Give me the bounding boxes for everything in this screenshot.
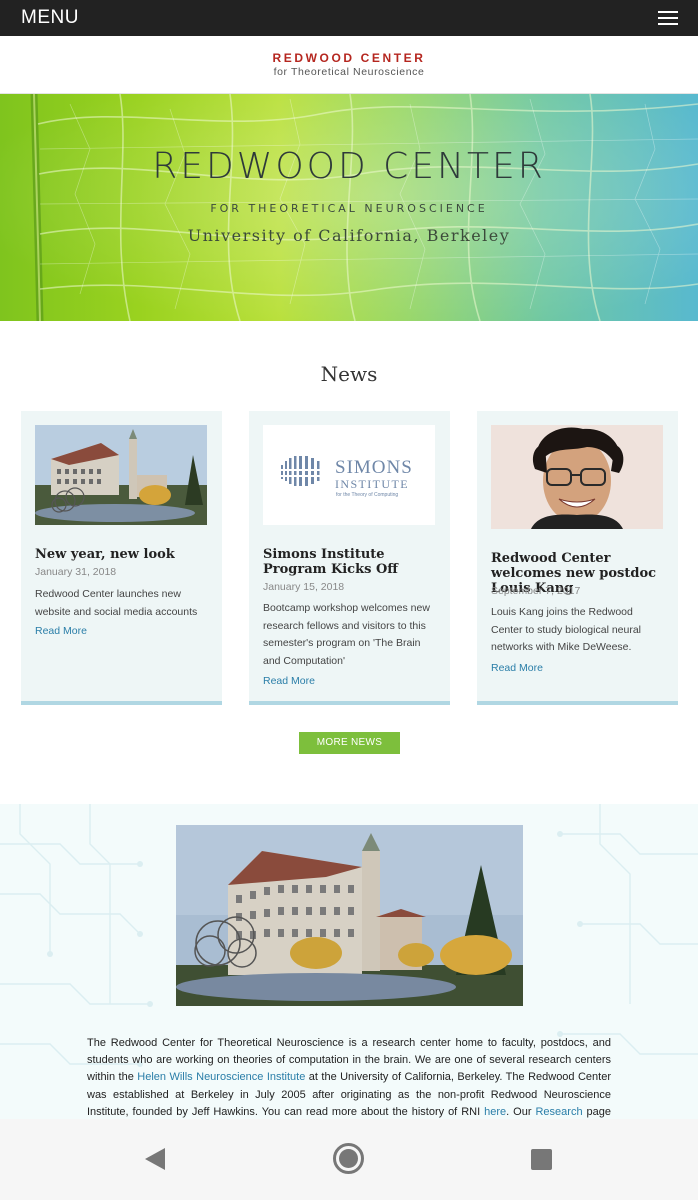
- campus-photo: [176, 825, 523, 1006]
- hero-title: REDWOOD CENTER: [152, 146, 546, 187]
- android-nav-bar: [0, 1119, 698, 1200]
- home-circle-icon[interactable]: [333, 1143, 364, 1174]
- logo-title: REDWOOD CENTER: [272, 51, 426, 65]
- rni-history-link[interactable]: here: [484, 1106, 506, 1118]
- back-triangle-icon[interactable]: [145, 1148, 165, 1170]
- recent-square-icon[interactable]: [531, 1149, 552, 1170]
- read-more-link[interactable]: Read More: [263, 675, 315, 687]
- about-section: The Redwood Center for Theoretical Neuro…: [0, 804, 698, 1120]
- news-card-image-campus[interactable]: [35, 425, 207, 525]
- news-heading: News: [320, 362, 378, 386]
- news-card-date: September 7, 2017: [491, 585, 581, 597]
- research-link[interactable]: Research: [535, 1106, 582, 1118]
- hero-banner: REDWOOD CENTER FOR THEORETICAL NEUROSCIE…: [0, 94, 698, 321]
- simons-logo-line1: SIMONS: [335, 457, 413, 478]
- news-card-body: Redwood Center launches new website and …: [35, 588, 198, 618]
- news-card-body: Louis Kang joins the Redwood Center to s…: [491, 606, 642, 653]
- simons-logo-line2: INSTITUTE: [335, 477, 409, 491]
- hamburger-icon[interactable]: [658, 11, 678, 25]
- more-news-button[interactable]: MORE NEWS: [299, 732, 400, 754]
- hero-subtitle: FOR THEORETICAL NEUROSCIENCE: [210, 202, 488, 215]
- news-card-body: Bootcamp workshop welcomes new research …: [263, 602, 430, 667]
- about-paragraph: The Redwood Center for Theoretical Neuro…: [87, 1035, 611, 1120]
- read-more-link[interactable]: Read More: [35, 625, 87, 637]
- top-nav-bar: MENU: [0, 0, 698, 36]
- simons-logo-line3: for the Theory of Computing: [336, 492, 398, 498]
- news-card: New year, new look January 31, 2018 Redw…: [21, 411, 222, 705]
- about-text-part: . Our: [506, 1105, 536, 1118]
- read-more-link[interactable]: Read More: [491, 662, 543, 674]
- menu-label[interactable]: MENU: [21, 7, 79, 29]
- logo-subtitle: for Theoretical Neuroscience: [273, 66, 425, 78]
- news-card: Redwood Center welcomes new postdoc Loui…: [477, 411, 678, 705]
- news-card-date: January 31, 2018: [35, 566, 117, 578]
- hero-university: University of California, Berkeley: [187, 226, 511, 245]
- news-card-title[interactable]: New year, new look: [35, 547, 212, 562]
- news-card-image-louis-kang[interactable]: [491, 425, 663, 529]
- news-card-date: January 15, 2018: [263, 581, 345, 593]
- hwni-link[interactable]: Helen Wills Neuroscience Institute: [137, 1071, 305, 1083]
- site-logo[interactable]: REDWOOD CENTER for Theoretical Neuroscie…: [0, 36, 698, 94]
- news-card-image-simons-logo[interactable]: SIMONS INSTITUTE for the Theory of Compu…: [263, 425, 435, 525]
- news-card-title[interactable]: Simons Institute Program Kicks Off: [263, 547, 440, 577]
- news-card: SIMONS INSTITUTE for the Theory of Compu…: [249, 411, 450, 705]
